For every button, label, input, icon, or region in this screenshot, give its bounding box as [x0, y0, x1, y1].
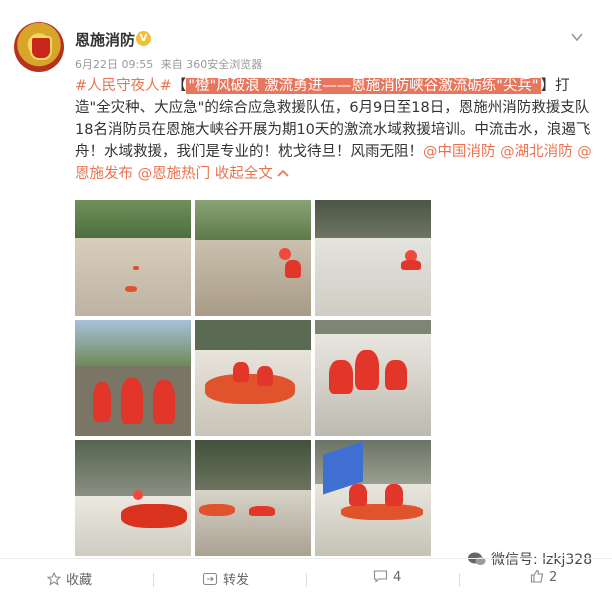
favorite-button[interactable]: 收藏 [47, 569, 92, 588]
action-bar: 收藏 转发 4 2 [0, 558, 612, 596]
photo-thumbnail[interactable] [315, 200, 431, 316]
chevron-down-icon[interactable] [570, 30, 584, 44]
photo-thumbnail[interactable] [315, 440, 431, 556]
divider [459, 573, 460, 587]
divider [153, 573, 154, 587]
post-source: 来自 360安全浏览器 [160, 58, 263, 71]
repost-button[interactable]: 转发 [202, 569, 249, 588]
like-count: 2 [549, 570, 558, 585]
photo-thumbnail[interactable] [195, 200, 311, 316]
mention-link[interactable]: @湖北消防 [500, 144, 573, 160]
favorite-label: 收藏 [66, 573, 93, 588]
divider [306, 573, 307, 587]
photo-thumbnail[interactable] [75, 440, 191, 556]
mention-link[interactable]: @中国消防 [423, 144, 496, 160]
chevron-up-icon[interactable] [277, 168, 289, 178]
photo-thumbnail[interactable] [75, 200, 191, 316]
mention-link[interactable]: @恩施热门 [138, 166, 211, 182]
repost-icon [202, 572, 218, 586]
collapse-link[interactable]: 收起全文 [215, 166, 273, 182]
post-headline: "橙"风破浪 激流勇进——恩施消防峡谷激流砺练"尖兵" [186, 78, 541, 94]
comment-button[interactable]: 4 [373, 569, 401, 585]
post-meta: 6月22日 09:55 来自 360安全浏览器 [75, 56, 262, 72]
account-name[interactable]: 恩施消防 [75, 29, 135, 50]
hashtag-link[interactable]: #人民守夜人# [75, 78, 172, 94]
repost-label: 转发 [223, 573, 250, 588]
star-icon [47, 572, 61, 586]
comment-icon [373, 570, 388, 583]
bracket-close: 】 [540, 78, 556, 94]
like-icon [530, 569, 544, 583]
photo-thumbnail[interactable] [315, 320, 431, 436]
photo-thumbnail[interactable] [195, 440, 311, 556]
photo-thumbnail[interactable] [75, 320, 191, 436]
comment-count: 4 [393, 570, 402, 585]
photo-thumbnail[interactable] [195, 320, 311, 436]
post-date[interactable]: 6月22日 09:55 [75, 58, 153, 71]
bracket-open: 【 [171, 78, 187, 94]
post-text: #人民守夜人#【 "橙"风破浪 激流勇进——恩施消防峡谷激流砺练"尖兵" 】打造"全… [75, 75, 603, 185]
verified-icon: V [136, 31, 151, 46]
like-button[interactable]: 2 [530, 569, 557, 585]
avatar[interactable] [14, 22, 64, 72]
